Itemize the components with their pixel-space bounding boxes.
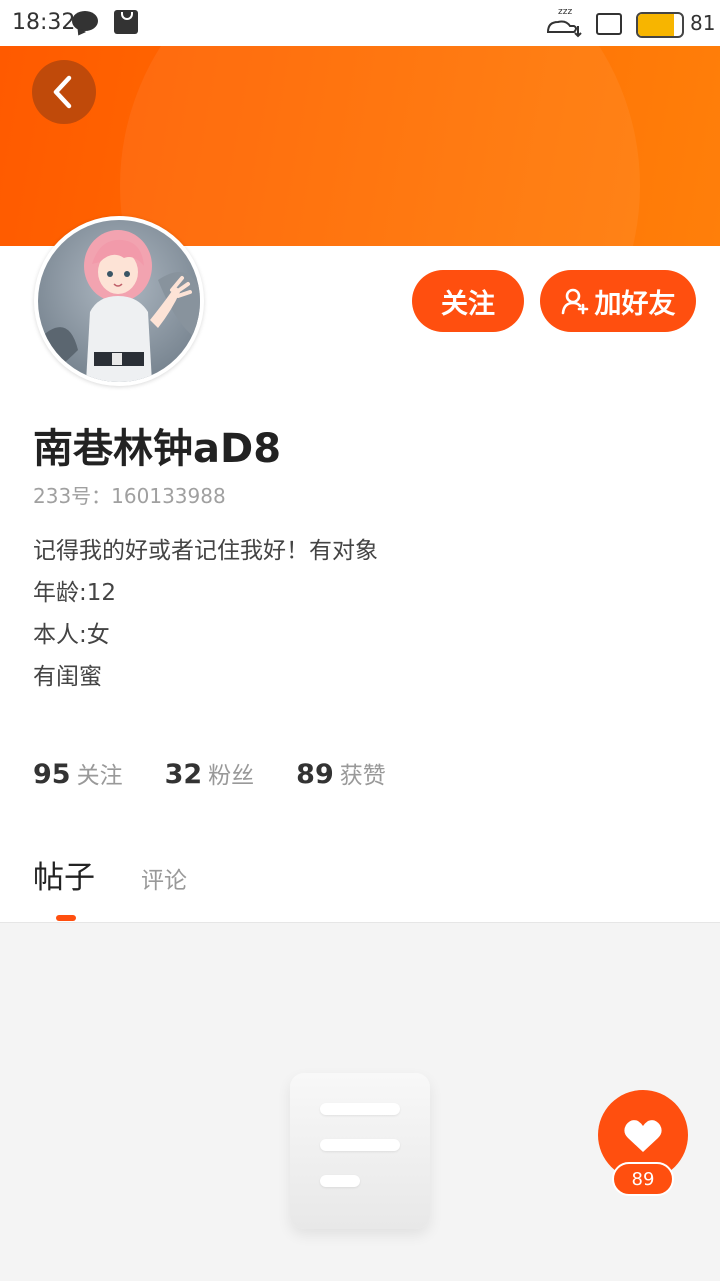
- doc-line: [320, 1139, 400, 1151]
- follow-button[interactable]: 关注: [412, 270, 524, 332]
- likes-count: 89: [296, 759, 334, 790]
- back-button[interactable]: [32, 60, 96, 124]
- chevron-left-icon: [53, 75, 72, 109]
- status-bar: 18:32 zzz 81: [0, 0, 720, 46]
- battery-text: 81: [690, 11, 716, 35]
- following-label: 关注: [76, 763, 123, 789]
- empty-document-icon: [290, 1073, 430, 1229]
- follow-button-label: 关注: [441, 288, 495, 320]
- avatar[interactable]: [34, 216, 204, 386]
- sleep-icon: zzz: [546, 7, 582, 38]
- stats-row: 95 关注 32 粉丝 89 获赞: [33, 756, 428, 790]
- likes-label: 获赞: [339, 763, 386, 789]
- tab-comments[interactable]: 评论: [141, 861, 187, 895]
- bio: 记得我的好或者记住我好！有对象 年龄:12 本人:女 有闺蜜: [33, 530, 378, 698]
- add-friend-button[interactable]: 加好友: [540, 270, 696, 332]
- svg-text:zzz: zzz: [558, 7, 572, 17]
- add-user-icon: [561, 288, 588, 315]
- battery-fill: [638, 14, 674, 36]
- fans-stat[interactable]: 32 粉丝: [165, 756, 255, 790]
- user-id: 233号：160133988: [33, 484, 226, 508]
- following-stat[interactable]: 95 关注: [33, 756, 123, 790]
- bio-line: 记得我的好或者记住我好！有对象: [33, 538, 378, 564]
- chat-bubble-icon: [72, 11, 98, 31]
- tab-indicator: [56, 915, 76, 921]
- bio-line: 有闺蜜: [33, 664, 102, 690]
- username: 南巷林钟aD8: [33, 426, 282, 472]
- doc-line: [320, 1175, 360, 1187]
- doc-line: [320, 1103, 400, 1115]
- bio-line: 年龄:12: [33, 580, 117, 606]
- fans-count: 32: [164, 759, 203, 790]
- sim-icon: [596, 13, 622, 35]
- shopping-bag-icon: [114, 10, 138, 34]
- battery-icon: [636, 12, 684, 38]
- likes-stat: 89 获赞: [296, 756, 386, 790]
- avatar-image: [38, 220, 200, 382]
- bio-line: 本人:女: [33, 622, 110, 648]
- tab-bar: 帖子 评论: [33, 852, 187, 897]
- tab-posts[interactable]: 帖子: [33, 852, 95, 897]
- status-time: 18:32: [12, 10, 76, 35]
- fans-label: 粉丝: [208, 763, 255, 789]
- like-count-badge: 89: [612, 1162, 674, 1196]
- following-count: 95: [33, 759, 71, 790]
- add-friend-button-label: 加好友: [594, 288, 676, 320]
